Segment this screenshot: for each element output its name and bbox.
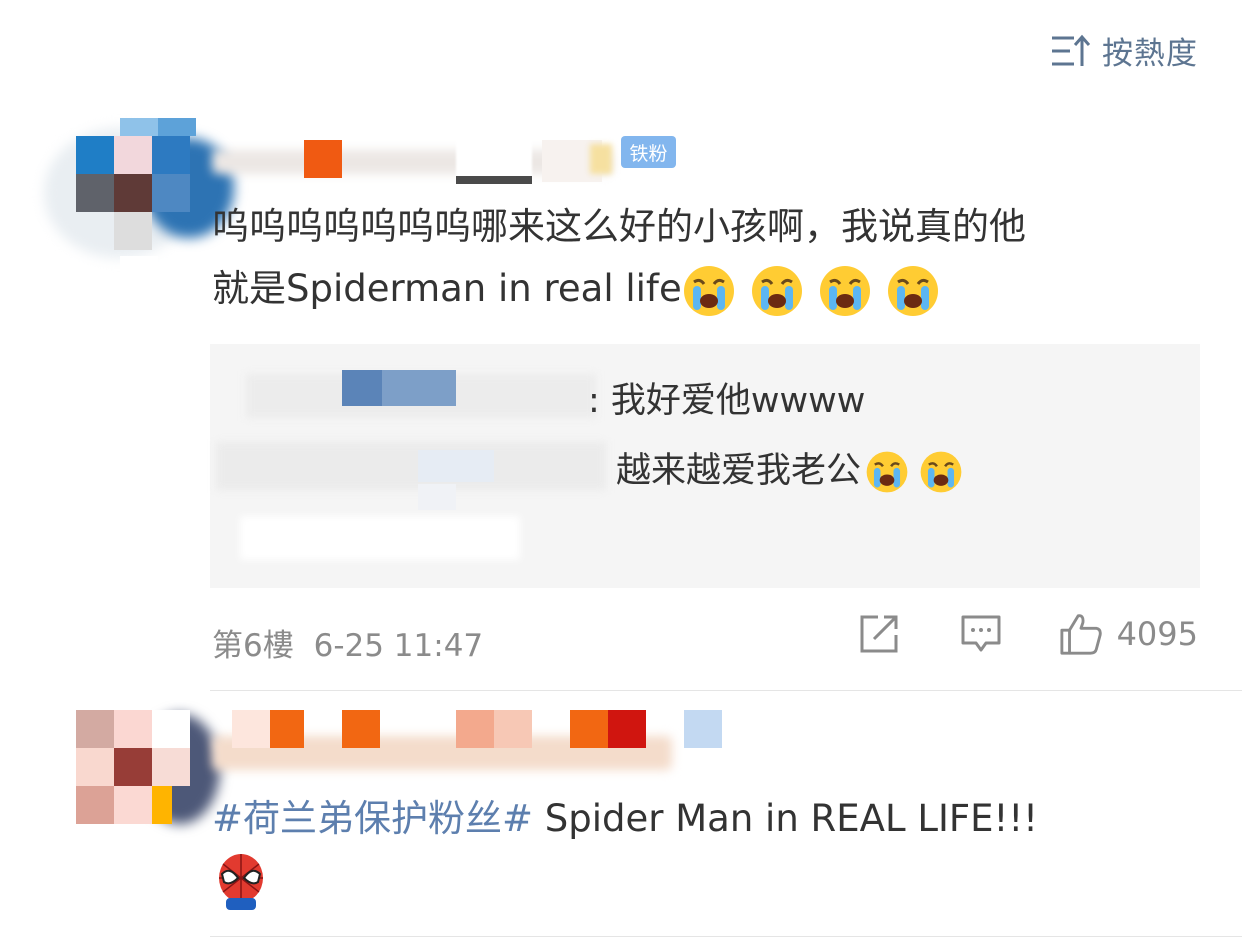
- comment-body: #荷兰弟保护粉丝# Spider Man in REAL LIFE!!!: [212, 788, 1212, 850]
- comment-icon: [961, 615, 1001, 652]
- replies-box[interactable]: : 我好爱他wwww 越来越爱我老公: [210, 344, 1200, 588]
- sort-by-popularity-button[interactable]: 按熱度: [1050, 28, 1198, 73]
- crying-emoji: [887, 265, 938, 316]
- sort-label: 按熱度: [1102, 36, 1198, 72]
- reply-author-blurred: [216, 442, 606, 490]
- username-blurred[interactable]: [212, 710, 722, 770]
- view-all-replies-link-blurred[interactable]: [240, 516, 520, 560]
- reply-author-blurred: [418, 450, 494, 482]
- comment-divider: [210, 690, 1242, 691]
- comment-line-2: 就是Spiderman in real life: [212, 258, 1212, 320]
- reply-text-1: : 我好爱他wwww: [588, 381, 866, 421]
- like-icon: [1059, 614, 1102, 655]
- comment-body: 呜呜呜呜呜呜呜哪来这么好的小孩啊，我说真的他 就是Spiderman in re…: [212, 196, 1212, 320]
- crying-emoji: [819, 265, 870, 316]
- avatar[interactable]: [44, 708, 220, 828]
- like-count: 4095: [1116, 615, 1198, 653]
- reply-text-2: 越来越爱我老公: [616, 442, 963, 494]
- comment-line-1: 呜呜呜呜呜呜呜哪来这么好的小孩啊，我说真的他: [212, 205, 1026, 248]
- share-icon: [860, 615, 898, 653]
- comment-actions: 4095: [857, 612, 1198, 656]
- reply-text-2-label: 越来越爱我老公: [616, 451, 862, 491]
- share-button[interactable]: [857, 612, 901, 656]
- crying-emoji: [920, 451, 962, 493]
- fan-badge: 铁粉: [621, 136, 676, 168]
- comment-divider: [210, 936, 1242, 937]
- spiderman-emoji: [219, 854, 263, 910]
- hashtag-link[interactable]: #荷兰弟保护粉丝#: [212, 797, 533, 840]
- comment-line-2-text: 就是Spiderman in real life: [212, 267, 682, 310]
- crying-emoji: [751, 265, 802, 316]
- reply-button[interactable]: [959, 612, 1003, 656]
- like-button[interactable]: [1059, 612, 1103, 656]
- comment-time: 6-25 11:47: [313, 628, 484, 664]
- floor-number: 第6樓: [212, 628, 294, 664]
- comment-meta: 第6樓 6-25 11:47: [212, 620, 483, 665]
- username-blurred[interactable]: [212, 140, 612, 184]
- reply-author-blurred: [418, 484, 456, 510]
- reply-author-blurred: [382, 370, 456, 406]
- sort-icon: [1052, 34, 1090, 66]
- crying-emoji: [683, 265, 734, 316]
- avatar[interactable]: [44, 118, 234, 294]
- crying-emoji: [866, 451, 908, 493]
- reply-author-blurred: [342, 370, 382, 406]
- comment-text: Spider Man in REAL LIFE!!!: [533, 797, 1039, 840]
